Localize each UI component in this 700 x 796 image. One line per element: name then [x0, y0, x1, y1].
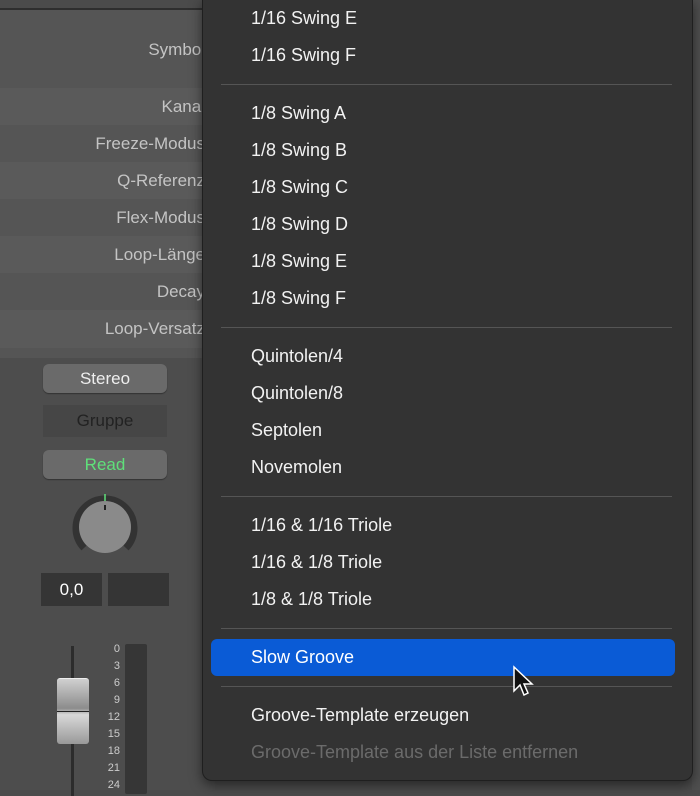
- inspector-row-loop-versatz[interactable]: Loop-Versatz: [0, 310, 205, 348]
- menu-separator: [203, 618, 692, 639]
- group-button[interactable]: Gruppe: [43, 405, 167, 437]
- meter-tick: 6: [113, 677, 120, 689]
- menu-item-selected[interactable]: Slow Groove: [211, 639, 675, 676]
- menu-item[interactable]: 1/8 Swing C: [211, 169, 675, 206]
- inspector-row-flex[interactable]: Flex-Modus: [0, 199, 205, 236]
- menu-item[interactable]: 1/16 & 1/16 Triole: [211, 507, 675, 544]
- pan-knob[interactable]: [70, 492, 140, 562]
- inspector-row-kanal[interactable]: Kanal: [0, 88, 205, 125]
- menu-separator: [203, 486, 692, 507]
- meter-tick: 21: [107, 762, 120, 774]
- menu-separator: [203, 74, 692, 95]
- menu-separator: [203, 317, 692, 338]
- inspector-row-freeze[interactable]: Freeze-Modus: [0, 125, 205, 162]
- channel-strip: Stereo Gruppe Read 0,0 0 3 6 9 12 15 18 …: [0, 358, 215, 796]
- menu-item[interactable]: 1/16 Swing E: [211, 0, 675, 37]
- menu-item[interactable]: 1/8 Swing D: [211, 206, 675, 243]
- menu-separator: [203, 676, 692, 697]
- meter-tick: 9: [113, 694, 120, 706]
- inspector-row-decay[interactable]: Decay: [0, 273, 205, 310]
- menu-item[interactable]: 1/8 Swing B: [211, 132, 675, 169]
- volume-fader[interactable]: [57, 678, 89, 744]
- menu-item[interactable]: 1/16 Swing F: [211, 37, 675, 74]
- menu-item[interactable]: Septolen: [211, 412, 675, 449]
- menu-item[interactable]: 1/16 & 1/8 Triole: [211, 544, 675, 581]
- inspector-row-q-referenz[interactable]: Q-Referenz: [0, 162, 205, 199]
- mouse-cursor-icon: [513, 665, 534, 697]
- automation-mode-button[interactable]: Read: [43, 450, 167, 479]
- menu-item[interactable]: 1/8 Swing A: [211, 95, 675, 132]
- right-panel-edge: [692, 0, 700, 790]
- menu-item[interactable]: 1/8 Swing F: [211, 280, 675, 317]
- pan-value[interactable]: 0,0: [41, 573, 102, 606]
- meter-tick: 15: [107, 728, 120, 740]
- meter-tick: 12: [107, 711, 120, 723]
- menu-item[interactable]: 1/8 & 1/8 Triole: [211, 581, 675, 618]
- menu-item[interactable]: Groove-Template erzeugen: [211, 697, 675, 734]
- inspector-row-symbol[interactable]: Symbol: [0, 22, 205, 78]
- level-meter: [125, 644, 147, 794]
- menu-item[interactable]: Quintolen/8: [211, 375, 675, 412]
- inspector-row-loop-laenge[interactable]: Loop-Länge: [0, 236, 205, 273]
- quantize-menu: 1/16 Swing E 1/16 Swing F 1/8 Swing A 1/…: [202, 0, 693, 781]
- meter-tick: 24: [107, 779, 120, 791]
- meter-tick: 0: [113, 643, 120, 655]
- region-inspector: Symbol Kanal Freeze-Modus Q-Referenz Fle…: [0, 8, 215, 360]
- meter-tick: 18: [107, 745, 120, 757]
- menu-item-disabled: Groove-Template aus der Liste entfernen: [251, 742, 579, 762]
- menu-item[interactable]: 1/8 Swing E: [211, 243, 675, 280]
- meter-tick: 3: [113, 660, 120, 672]
- meter-scale: 0 3 6 9 12 15 18 21 24: [96, 641, 120, 794]
- peak-display: [108, 573, 169, 606]
- menu-item[interactable]: Novemolen: [211, 449, 675, 486]
- stereo-button[interactable]: Stereo: [43, 364, 167, 393]
- menu-item[interactable]: Quintolen/4: [211, 338, 675, 375]
